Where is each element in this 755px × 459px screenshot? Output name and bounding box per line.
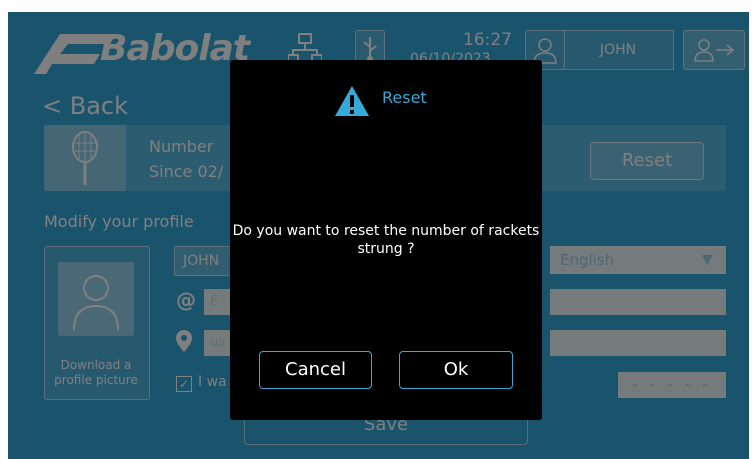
cancel-button[interactable]: Cancel	[259, 351, 372, 389]
dialog-message: Do you want to reset the number of racke…	[232, 223, 540, 257]
warning-icon	[335, 86, 369, 116]
dialog-title: Reset	[382, 88, 427, 107]
ok-button[interactable]: Ok	[399, 351, 513, 389]
app-screen: Babolat 16:27 06/10/2023 JOHN < Back	[8, 12, 749, 459]
